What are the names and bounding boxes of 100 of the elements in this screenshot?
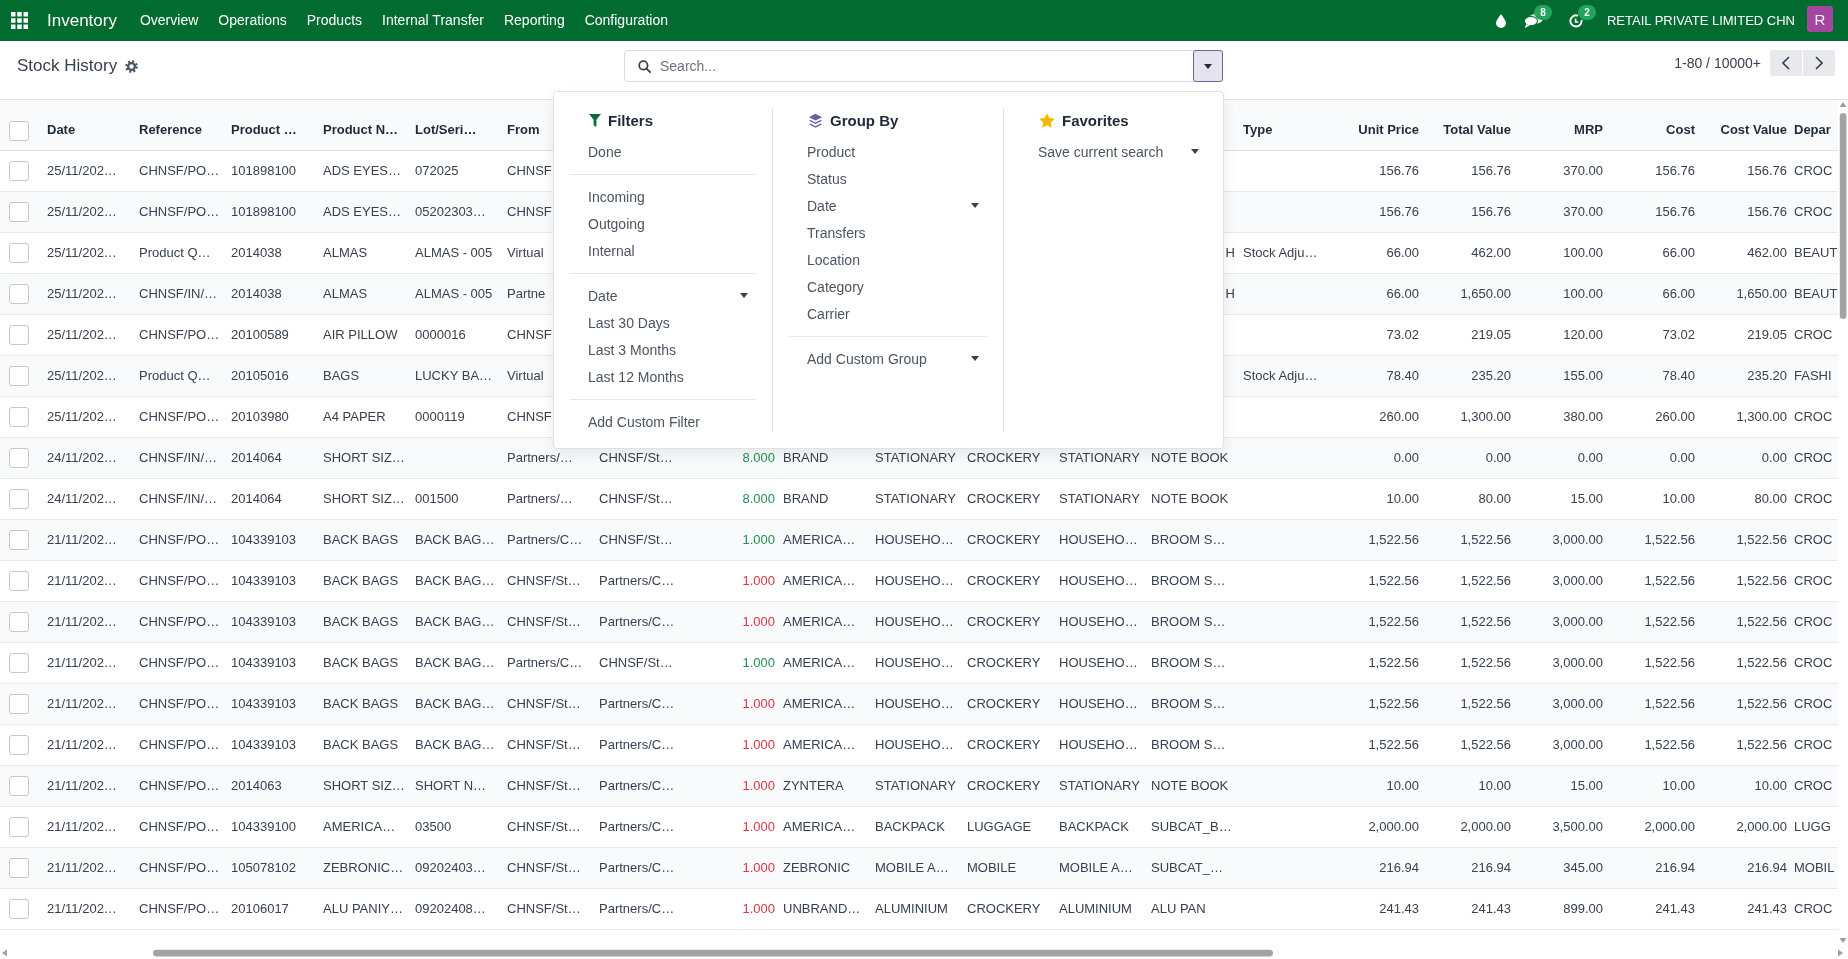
dropdown-item[interactable]: Category [773, 273, 1003, 300]
dropdown-item[interactable]: Location [773, 246, 1003, 273]
dropdown-item[interactable]: Last 3 Months [554, 336, 772, 363]
row-checkbox[interactable] [9, 324, 29, 345]
cell-text: STATIONARY [875, 778, 956, 793]
dropdown-item[interactable]: Date [773, 192, 1003, 219]
cell-text: CROC [1794, 614, 1833, 629]
cell-text: 21/11/202… [47, 860, 117, 875]
dropdown-item[interactable]: Product [773, 138, 1003, 165]
row-checkbox[interactable] [9, 201, 29, 222]
cell-text: 1,522.56 [1644, 614, 1695, 629]
cell-text: CROC [1794, 204, 1833, 219]
search-field[interactable]: Search... [660, 51, 1193, 81]
cell-text: 380.00 [1563, 409, 1603, 424]
cell-text: 100.00 [1563, 286, 1603, 301]
cell-text: 1.000 [742, 655, 775, 670]
row-checkbox[interactable] [9, 857, 29, 878]
cell-text: MOBILE A… [875, 860, 949, 875]
column-header[interactable]: MRP [1574, 122, 1603, 138]
settings-icon[interactable] [125, 59, 139, 73]
cell-text: FASHI [1794, 368, 1832, 383]
dropdown-item[interactable]: Last 30 Days [554, 309, 772, 336]
row-checkbox[interactable] [9, 529, 29, 550]
cell-text: HOUSEHO… [875, 573, 954, 588]
cell-text: ALMAS - 005 [415, 245, 493, 260]
cell-text: 156.76 [1655, 204, 1695, 219]
menu-item[interactable]: Internal Transfer [372, 0, 494, 41]
cell-text: NOTE BOOK [1151, 778, 1229, 793]
cell-text: Partners/C… [599, 819, 675, 834]
cell-text: ADS EYES… [323, 204, 402, 219]
row-checkbox[interactable] [9, 570, 29, 591]
row-checkbox[interactable] [9, 283, 29, 304]
select-all-checkbox[interactable] [9, 120, 29, 141]
search-bar[interactable]: Search... [624, 50, 1223, 82]
cell-text: ALU PAN [1151, 901, 1206, 916]
row-checkbox[interactable] [9, 242, 29, 263]
dropdown-item[interactable]: Last 12 Months [554, 363, 772, 390]
dropdown-item[interactable]: Internal [554, 237, 772, 264]
grid-icon[interactable] [11, 12, 28, 29]
cell-text: BACKPACK [1059, 819, 1129, 834]
row-checkbox[interactable] [9, 611, 29, 632]
row-checkbox[interactable] [9, 816, 29, 837]
dropdown-item[interactable]: Status [773, 165, 1003, 192]
filter-toggle-button[interactable] [1193, 50, 1223, 82]
previous-page-button[interactable] [1770, 50, 1802, 76]
cell-text: 25/11/202… [47, 327, 117, 342]
cell-text: SHORT SIZ… [323, 450, 405, 465]
cell-text: 2,000.00 [1736, 819, 1787, 834]
app-name[interactable]: Inventory [47, 10, 117, 31]
cell-text: 1,522.56 [1368, 532, 1419, 547]
column-header[interactable]: Date [47, 122, 76, 138]
dropdown-item[interactable]: Add Custom Group [773, 345, 1003, 372]
row-checkbox[interactable] [9, 365, 29, 386]
row-checkbox[interactable] [9, 447, 29, 468]
company-name[interactable]: RETAIL PRIVATE LIMITED CHN [1606, 13, 1795, 28]
cell-text: 1.000 [742, 860, 775, 875]
cell-text: HOUSEHO… [875, 737, 954, 752]
row-checkbox[interactable] [9, 488, 29, 509]
cell-text: CHNSF/PO… [139, 532, 220, 547]
cell-text: CHNSF/PO… [139, 573, 220, 588]
cell-text: CROCKERY [967, 901, 1041, 916]
menu-item[interactable]: Products [296, 0, 373, 41]
dropdown-item[interactable]: Date [554, 282, 772, 309]
dropdown-item[interactable]: Transfers [773, 219, 1003, 246]
dropdown-item[interactable]: Incoming [554, 183, 772, 210]
menu-item[interactable]: Reporting [493, 0, 575, 41]
cell-text: 25/11/202… [47, 409, 117, 424]
row-checkbox[interactable] [9, 406, 29, 427]
dropdown-item[interactable]: Save current search [1004, 138, 1223, 165]
message-count-badge: 8 [1533, 4, 1552, 20]
next-page-button[interactable] [1803, 50, 1835, 76]
cell-text: CHNSF/St… [599, 655, 673, 670]
column-header[interactable]: From [507, 122, 540, 138]
row-checkbox[interactable] [9, 734, 29, 755]
cell-text: HOUSEHO… [1059, 614, 1138, 629]
menu-item[interactable]: Operations [208, 0, 297, 41]
cell-text: 1,522.56 [1368, 573, 1419, 588]
menu-item[interactable]: Configuration [574, 0, 678, 41]
row-checkbox[interactable] [9, 898, 29, 919]
dropdown-item[interactable]: Carrier [773, 300, 1003, 327]
cell-text: 1,522.56 [1736, 737, 1787, 752]
cell-text: 1,522.56 [1736, 614, 1787, 629]
user-avatar[interactable]: R [1807, 6, 1833, 32]
cell-text: BACK BAG… [415, 573, 495, 588]
droplet-icon[interactable] [1495, 13, 1506, 28]
dropdown-item[interactable]: Outgoing [554, 210, 772, 237]
cell-text: 235.20 [1471, 368, 1511, 383]
dropdown-item[interactable]: Add Custom Filter [554, 408, 772, 435]
cell-text: HOUSEHO… [1059, 655, 1138, 670]
row-checkbox[interactable] [9, 652, 29, 673]
column-header[interactable]: Cost [1666, 122, 1695, 138]
row-checkbox[interactable] [9, 775, 29, 796]
cell-text: SUBCAT_B… [1151, 819, 1232, 834]
cell-text: CROC [1794, 327, 1833, 342]
menu-item[interactable]: Overview [129, 0, 209, 41]
row-checkbox[interactable] [9, 160, 29, 181]
clock-icon[interactable] [1568, 13, 1583, 28]
dropdown-item[interactable]: Done [554, 138, 772, 165]
row-checkbox[interactable] [9, 693, 29, 714]
column-header[interactable]: Type [1243, 122, 1273, 138]
